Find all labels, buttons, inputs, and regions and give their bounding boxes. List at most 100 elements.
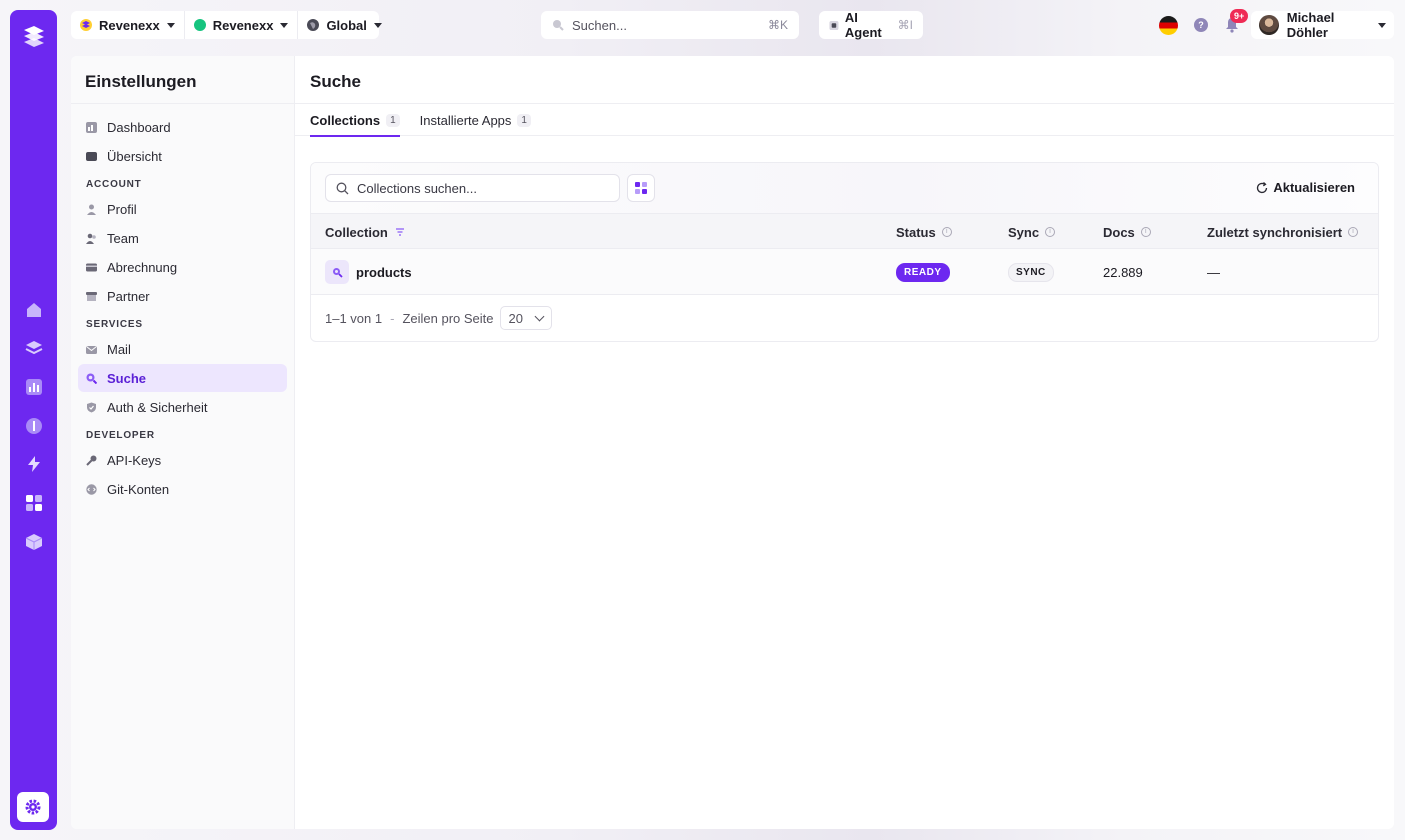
overview-icon (86, 151, 97, 162)
tab-label: Installierte Apps (419, 112, 512, 128)
chevron-down-icon (373, 22, 382, 28)
column-label: Status (896, 224, 936, 240)
user-icon (86, 204, 97, 215)
sidebar-item-label: Auth & Sicherheit (107, 399, 208, 415)
sidebar-title: Einstellungen (71, 56, 294, 104)
table-header: Collection Status i Sync i Docs i Zuletzt s… (311, 213, 1378, 249)
plugin-icon[interactable] (24, 416, 43, 435)
search-placeholder: Suchen... (572, 17, 627, 33)
analytics-icon[interactable] (24, 377, 43, 396)
sidebar-item-profile[interactable]: Profil (78, 195, 287, 223)
ai-agent-label: AI Agent (844, 10, 882, 40)
rows-per-page-label: Zeilen pro Seite (402, 310, 494, 326)
column-header-status[interactable]: Status i (896, 214, 952, 250)
sidebar-item-overview[interactable]: Übersicht (78, 142, 287, 170)
column-header-last-sync[interactable]: Zuletzt synchronisiert i (1207, 214, 1359, 250)
collections-toolbar: Collections suchen... Aktualisieren (311, 163, 1378, 213)
sidebar-item-label: Mail (107, 341, 131, 357)
search-icon (86, 373, 97, 384)
sidebar-item-label: Suche (107, 370, 147, 386)
status-cell: READY (896, 249, 950, 295)
column-label: Zuletzt synchronisiert (1207, 224, 1343, 240)
sidebar-item-mail[interactable]: Mail (78, 335, 287, 363)
collections-search-placeholder: Collections suchen... (357, 180, 477, 196)
sidebar-item-api-keys[interactable]: API-Keys (78, 446, 287, 474)
scope-label: Global (326, 17, 367, 33)
sidebar-item-partner[interactable]: Partner (78, 282, 287, 310)
sidebar-item-auth-security[interactable]: Auth & Sicherheit (78, 393, 287, 421)
sidebar-item-search[interactable]: Suche (78, 364, 287, 392)
settings-nav: Dashboard Übersicht ACCOUNT Profil Team … (71, 104, 294, 512)
billing-icon (86, 262, 97, 273)
table-row[interactable]: products READY SYNC 22.889 — (311, 249, 1378, 295)
sidebar-item-team[interactable]: Team (78, 224, 287, 252)
home-icon[interactable] (24, 300, 43, 319)
team-icon (86, 233, 97, 244)
org-selector[interactable]: Revenexx (71, 11, 185, 39)
collection-name[interactable]: products (356, 265, 412, 280)
global-search-input[interactable]: Suchen... ⌘K (541, 11, 799, 39)
chevron-down-icon (166, 22, 175, 28)
notification-badge: 9+ (1230, 9, 1249, 23)
search-icon (336, 182, 349, 194)
sidebar-item-label: Git-Konten (107, 481, 170, 497)
globe-icon (307, 19, 320, 31)
sidebar-item-git-accounts[interactable]: Git-Konten (78, 475, 287, 503)
tab-collections[interactable]: Collections 1 (310, 104, 400, 137)
chevron-down-icon (1378, 22, 1386, 28)
ai-agent-button[interactable]: AI Agent ⌘I (819, 10, 923, 40)
ai-agent-shortcut: ⌘I (897, 18, 913, 32)
scope-selector[interactable]: Global (298, 11, 390, 39)
collections-card: Collections suchen... Aktualisieren Coll… (310, 162, 1379, 342)
collection-cell: products (325, 249, 412, 295)
sidebar-section-account: ACCOUNT (86, 179, 142, 190)
sidebar-item-billing[interactable]: Abrechnung (78, 253, 287, 281)
collections-search-input[interactable]: Collections suchen... (325, 174, 620, 202)
lightning-icon[interactable] (24, 454, 43, 473)
search-icon (553, 20, 564, 31)
layers-icon[interactable] (24, 338, 43, 357)
rows-per-page-value: 20 (508, 310, 523, 326)
docs-count: 22.889 (1103, 264, 1143, 280)
sidebar-item-label: Abrechnung (107, 259, 178, 275)
info-icon: i (1045, 227, 1056, 237)
app-logo-icon[interactable] (20, 24, 47, 51)
package-icon[interactable] (24, 532, 43, 551)
sidebar-item-label: Übersicht (107, 148, 162, 164)
view-toggle-button[interactable] (627, 174, 655, 202)
mail-icon (86, 344, 97, 355)
sidebar-section-services: SERVICES (86, 319, 143, 330)
apps-grid-icon[interactable] (24, 493, 43, 512)
context-switcher: Revenexx Revenexx Global (71, 11, 382, 39)
org-label: Revenexx (99, 17, 160, 33)
column-header-collection[interactable]: Collection (325, 214, 405, 250)
rows-per-page-select[interactable]: 20 (499, 306, 552, 330)
status-dot-icon (193, 19, 206, 31)
pagination-separator: - (390, 310, 395, 326)
shield-icon (86, 402, 97, 413)
sidebar-item-label: Team (107, 230, 139, 246)
sync-badge[interactable]: SYNC (1008, 262, 1054, 282)
revenexx-logo-icon (80, 19, 92, 31)
column-header-docs[interactable]: Docs i (1103, 214, 1151, 250)
tab-installed-apps[interactable]: Installierte Apps 1 (420, 104, 531, 136)
refresh-button[interactable]: Aktualisieren (1256, 180, 1355, 195)
help-icon[interactable]: ? (1194, 18, 1208, 32)
settings-gear-icon[interactable] (17, 792, 49, 822)
sidebar-item-label: API-Keys (107, 452, 162, 468)
language-flag-de-icon[interactable] (1159, 16, 1178, 35)
sidebar-section-developer: DEVELOPER (86, 430, 155, 441)
settings-sidebar: Einstellungen Dashboard Übersicht ACCOUN… (71, 56, 295, 829)
project-label: Revenexx (212, 17, 274, 33)
search-shortcut: ⌘K (767, 18, 788, 32)
sort-icon[interactable] (395, 227, 405, 237)
search-settings: Suche Collections 1 Installierte Apps 1 … (295, 56, 1394, 829)
sidebar-item-dashboard[interactable]: Dashboard (78, 113, 287, 141)
project-selector[interactable]: Revenexx (185, 11, 299, 39)
user-name: Michael Döhler (1286, 10, 1335, 40)
top-bar: Revenexx Revenexx Global Suchen... ⌘K AI… (71, 0, 1394, 50)
user-menu[interactable]: Michael Döhler (1251, 10, 1394, 40)
column-header-sync[interactable]: Sync i (1008, 214, 1056, 250)
info-icon: i (1140, 227, 1151, 237)
page-title: Suche (295, 56, 1394, 104)
